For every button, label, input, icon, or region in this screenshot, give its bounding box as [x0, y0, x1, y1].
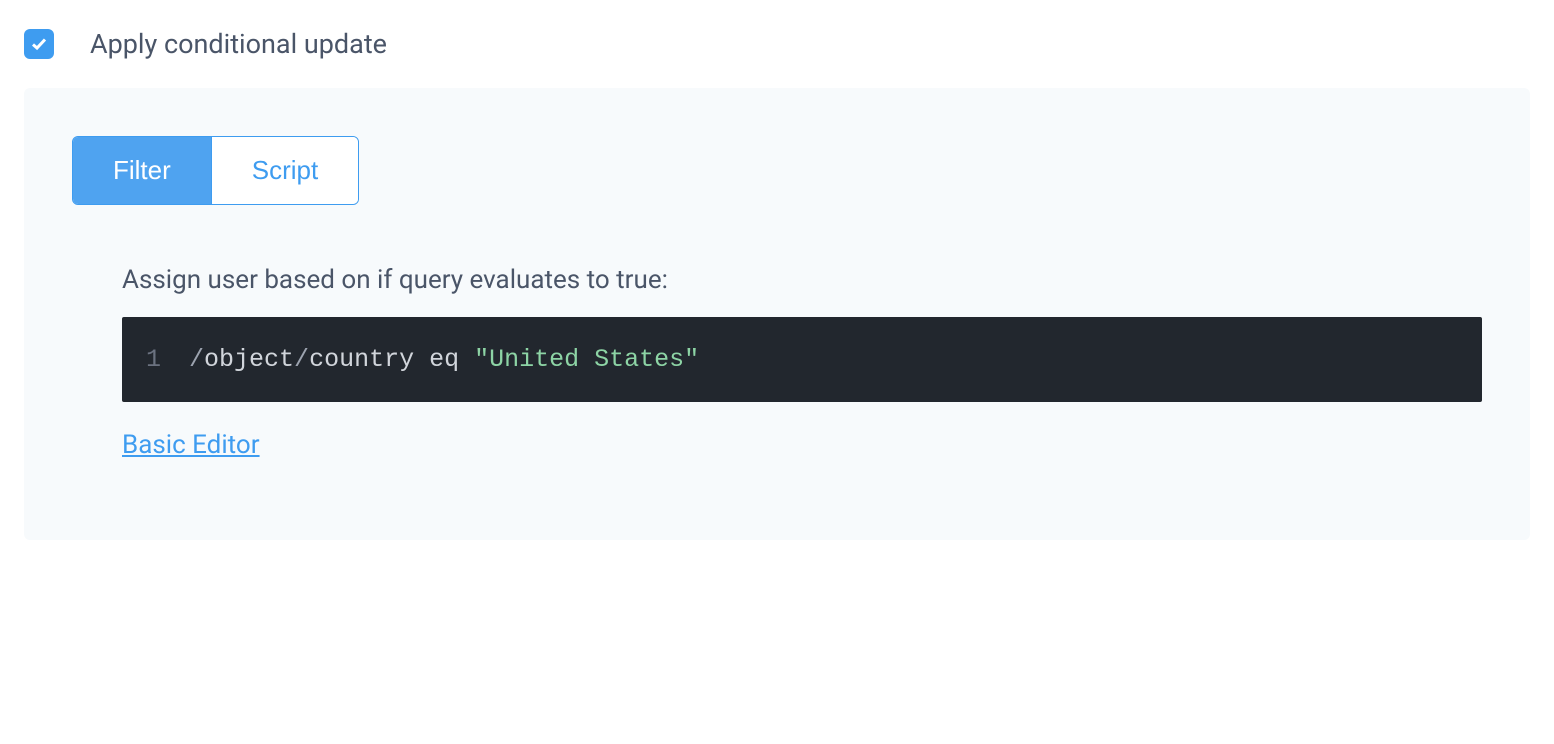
line-number: 1	[146, 345, 161, 374]
query-editor[interactable]: 1 /object/country eq "United States"	[122, 317, 1482, 402]
filter-script-tabs: Filter Script	[72, 136, 359, 205]
filter-content: Assign user based on if query evaluates …	[72, 265, 1482, 460]
code-token-eq: eq	[429, 345, 459, 374]
code-token-space	[414, 345, 429, 374]
code-line: /object/country eq "United States"	[189, 345, 699, 374]
conditional-update-row: Apply conditional update	[24, 28, 1530, 60]
apply-conditional-update-checkbox[interactable]	[24, 29, 54, 59]
check-icon	[31, 36, 47, 52]
instruction-text: Assign user based on if query evaluates …	[122, 265, 1482, 295]
code-token-space	[459, 345, 474, 374]
tab-filter[interactable]: Filter	[73, 137, 211, 204]
tab-script[interactable]: Script	[211, 137, 358, 204]
apply-conditional-update-label: Apply conditional update	[90, 28, 387, 60]
code-token-slash: /	[294, 345, 309, 374]
code-token-country: country	[309, 345, 414, 374]
code-token-object: object	[204, 345, 294, 374]
basic-editor-link[interactable]: Basic Editor	[122, 430, 260, 460]
code-token-string: "United States"	[474, 345, 699, 374]
code-token-slash: /	[189, 345, 204, 374]
conditional-panel: Filter Script Assign user based on if qu…	[24, 88, 1530, 540]
